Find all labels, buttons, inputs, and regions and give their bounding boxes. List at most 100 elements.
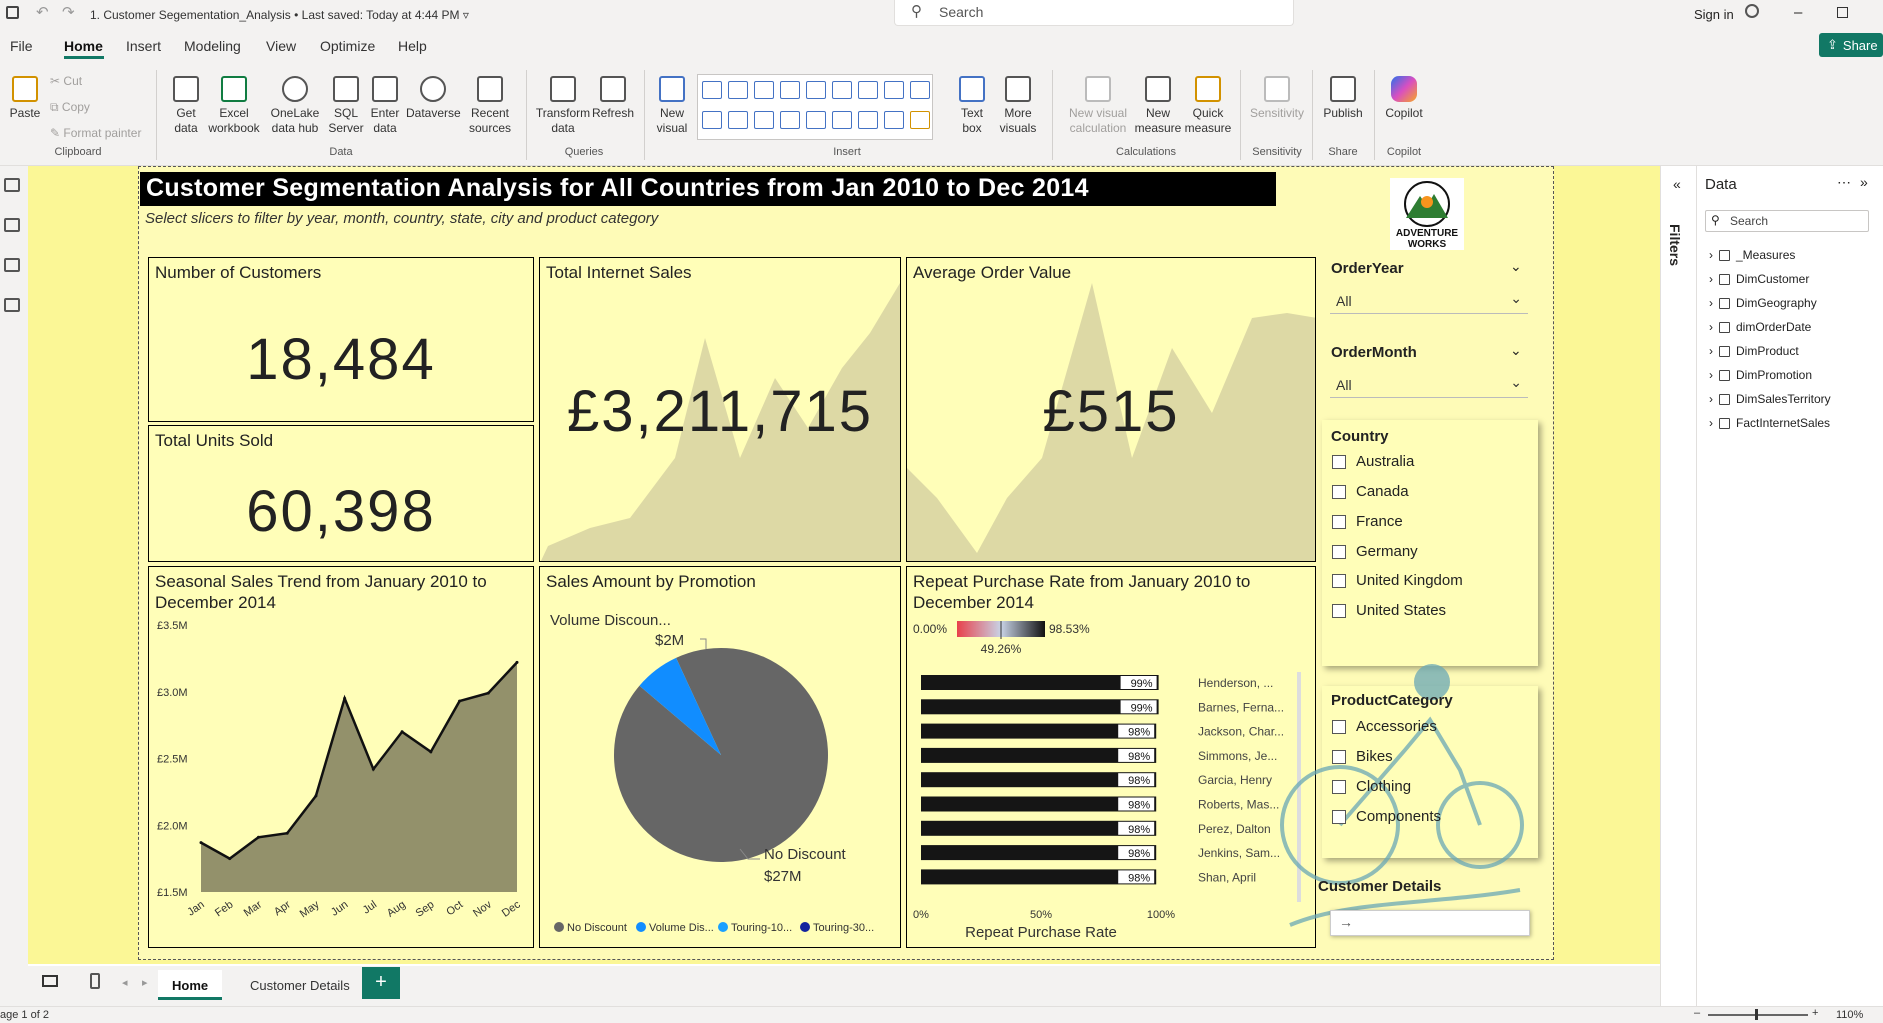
filters-pane[interactable]: « Filters [1660, 166, 1696, 1006]
slicer-orderyear-dropdown[interactable]: All ⌄ [1330, 288, 1528, 314]
table-measures[interactable]: › _Measures [1709, 248, 1795, 262]
prev-page-icon[interactable]: ◂ [122, 976, 128, 989]
checkbox[interactable] [1332, 573, 1346, 588]
checkbox[interactable] [1332, 544, 1346, 559]
checkbox[interactable] [1332, 749, 1346, 764]
data-search-input[interactable]: ⚲ Search [1705, 210, 1869, 232]
sensitivity-button[interactable]: Sensitivity [1248, 76, 1306, 121]
enter-data-button[interactable]: Enter data [368, 76, 402, 136]
gallery-visual-icon[interactable] [780, 111, 800, 129]
redo-icon[interactable]: ↷ [62, 3, 75, 21]
dataverse-button[interactable]: Dataverse [406, 76, 461, 121]
add-page-button[interactable]: + [362, 967, 400, 999]
visual-gallery[interactable] [697, 74, 933, 140]
more-options-icon[interactable]: ⋯ [1837, 174, 1851, 191]
mobile-layout-icon[interactable] [90, 973, 100, 989]
country-option-france[interactable]: France [1332, 513, 1403, 530]
sign-in-link[interactable]: Sign in [1694, 7, 1734, 22]
cut-button[interactable]: ✂ Cut [50, 74, 82, 89]
text-box-button[interactable]: Text box [957, 76, 987, 136]
table-factinternetsales[interactable]: › FactInternetSales [1709, 416, 1830, 430]
slicer-ordermonth-dropdown[interactable]: All ⌄ [1330, 372, 1528, 398]
undo-icon[interactable]: ↶ [36, 3, 49, 21]
save-icon[interactable] [6, 6, 19, 19]
zoom-out-icon[interactable]: – [1694, 1007, 1700, 1019]
country-option-united-kingdom[interactable]: United Kingdom [1332, 572, 1463, 589]
chevron-up-icon[interactable]: ⌄ [1510, 258, 1522, 275]
dax-query-view-icon[interactable] [4, 298, 20, 312]
publish-button[interactable]: Publish [1320, 76, 1366, 121]
customer-details-button[interactable]: → [1330, 910, 1530, 936]
table-dimcustomer[interactable]: › DimCustomer [1709, 272, 1809, 286]
chart-sales-by-promotion[interactable]: Sales Amount by Promotion Volume Discoun… [539, 566, 901, 948]
format-painter-button[interactable]: ✎ Format painter [50, 126, 141, 141]
zoom-slider[interactable] [1708, 1014, 1808, 1016]
recent-sources-button[interactable]: Recent sources [466, 76, 514, 136]
gallery-visual-icon[interactable] [754, 111, 774, 129]
copy-button[interactable]: ⧉ Copy [50, 100, 90, 115]
country-option-australia[interactable]: Australia [1332, 453, 1414, 470]
card-average-order-value[interactable]: Average Order Value £515 [906, 257, 1316, 562]
get-data-button[interactable]: Get data [166, 76, 206, 136]
quick-measure-button[interactable]: Quick measure [1184, 76, 1232, 136]
table-dimorderdate[interactable]: › dimOrderDate [1709, 320, 1811, 334]
new-visual-button[interactable]: New visual [652, 76, 692, 136]
desktop-layout-icon[interactable] [42, 975, 58, 987]
account-icon[interactable] [1745, 4, 1759, 18]
menu-home[interactable]: Home [64, 38, 103, 54]
gallery-visual-icon[interactable] [884, 81, 904, 99]
new-measure-button[interactable]: New measure [1134, 76, 1182, 136]
category-option-clothing[interactable]: Clothing [1332, 778, 1411, 795]
gallery-visual-icon[interactable] [780, 81, 800, 99]
card-total-units-sold[interactable]: Total Units Sold 60,398 [148, 425, 534, 562]
country-option-germany[interactable]: Germany [1332, 543, 1418, 560]
country-option-canada[interactable]: Canada [1332, 483, 1409, 500]
menu-file[interactable]: File [10, 38, 33, 54]
chevron-up-icon[interactable]: ⌄ [1510, 342, 1522, 359]
model-view-icon[interactable] [4, 258, 20, 272]
chart-seasonal-sales-trend[interactable]: Seasonal Sales Trend from January 2010 t… [148, 566, 534, 948]
zoom-slider-thumb[interactable] [1755, 1009, 1758, 1020]
minimize-icon[interactable]: – [1794, 4, 1802, 21]
menu-insert[interactable]: Insert [126, 38, 161, 54]
table-view-icon[interactable] [4, 218, 20, 232]
tab-customer-details[interactable]: Customer Details [236, 970, 364, 1000]
checkbox[interactable] [1332, 809, 1346, 824]
sql-server-button[interactable]: SQL Server [328, 76, 364, 136]
expand-icon[interactable]: » [1860, 174, 1868, 190]
new-visual-calculation-button[interactable]: New visual calculation [1060, 76, 1136, 136]
paste-button[interactable]: Paste [8, 76, 42, 121]
gallery-visual-icon[interactable] [702, 111, 722, 129]
gallery-visual-icon[interactable] [858, 111, 878, 129]
menu-modeling[interactable]: Modeling [184, 38, 241, 54]
share-button[interactable]: ⇪ Share [1819, 33, 1883, 57]
collapse-icon[interactable]: « [1673, 176, 1681, 192]
menu-optimize[interactable]: Optimize [320, 38, 375, 54]
excel-workbook-button[interactable]: Excel workbook [208, 76, 260, 136]
category-option-accessories[interactable]: Accessories [1332, 718, 1437, 735]
gallery-visual-icon[interactable] [858, 81, 878, 99]
table-dimpromotion[interactable]: › DimPromotion [1709, 368, 1812, 382]
category-option-components[interactable]: Components [1332, 808, 1441, 825]
table-dimproduct[interactable]: › DimProduct [1709, 344, 1799, 358]
search-input[interactable]: ⚲ Search [894, 0, 1294, 26]
next-page-icon[interactable]: ▸ [142, 976, 148, 989]
transform-data-button[interactable]: Transform data [534, 76, 592, 136]
table-dimsalesterritory[interactable]: › DimSalesTerritory [1709, 392, 1831, 406]
category-option-bikes[interactable]: Bikes [1332, 748, 1393, 765]
zoom-in-icon[interactable]: + [1812, 1007, 1818, 1019]
tab-home[interactable]: Home [158, 970, 223, 1000]
menu-help[interactable]: Help [398, 38, 427, 54]
checkbox[interactable] [1332, 484, 1346, 499]
gallery-visual-icon[interactable] [702, 81, 722, 99]
checkbox[interactable] [1332, 779, 1346, 794]
checkbox[interactable] [1332, 514, 1346, 529]
checkbox[interactable] [1332, 603, 1346, 618]
gallery-visual-icon[interactable] [832, 81, 852, 99]
gallery-visual-icon[interactable] [910, 81, 930, 99]
gallery-visual-icon[interactable] [728, 111, 748, 129]
checkbox[interactable] [1332, 719, 1346, 734]
refresh-button[interactable]: Refresh [592, 76, 634, 121]
more-visuals-button[interactable]: More visuals [996, 76, 1040, 136]
gallery-visual-icon[interactable] [728, 81, 748, 99]
